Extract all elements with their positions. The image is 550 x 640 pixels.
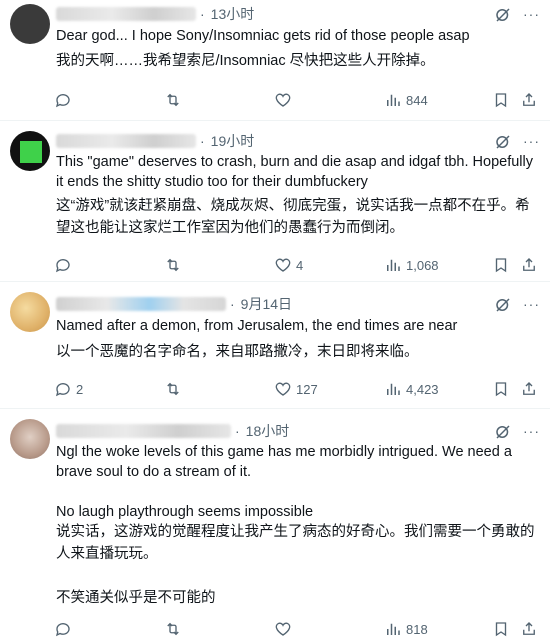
retweet-button[interactable] xyxy=(164,255,186,275)
timestamp[interactable]: 19小时 xyxy=(211,131,255,151)
grok-icon[interactable] xyxy=(494,296,512,314)
author-name-redacted xyxy=(56,297,226,311)
retweet-button[interactable] xyxy=(164,90,186,110)
heart-icon xyxy=(275,382,291,396)
grok-icon[interactable] xyxy=(494,423,512,441)
retweet-icon xyxy=(167,258,179,272)
tweet-header: · 13小时 xyxy=(56,4,254,24)
bookmark-button[interactable] xyxy=(492,255,510,275)
action-bar: 818 xyxy=(50,619,540,639)
heart-icon xyxy=(275,258,291,272)
retweet-icon xyxy=(167,382,179,396)
share-icon xyxy=(523,622,535,635)
share-icon xyxy=(523,382,535,395)
reply-button[interactable] xyxy=(54,619,76,639)
tweet[interactable]: · 18小时 ··· Ngl the woke levels of this g… xyxy=(0,409,550,640)
share-icon xyxy=(523,258,535,271)
bookmark-icon xyxy=(495,382,507,397)
share-button[interactable] xyxy=(520,619,538,639)
tweet-header: · 19小时 xyxy=(56,131,254,151)
avatar[interactable] xyxy=(10,131,50,171)
author-name-redacted xyxy=(56,7,196,21)
like-button[interactable] xyxy=(274,90,296,110)
avatar[interactable] xyxy=(10,419,50,459)
like-button[interactable]: 127 xyxy=(274,379,318,399)
reply-icon xyxy=(55,623,70,637)
reply-icon xyxy=(55,259,70,273)
more-options-icon[interactable]: ··· xyxy=(523,423,540,439)
tweet-header: · 9月14日 xyxy=(56,294,292,314)
author-name-redacted xyxy=(56,134,196,148)
action-bar: 2 127 4,423 xyxy=(50,379,540,399)
tweet-text: Dear god... I hope Sony/Insomniac gets r… xyxy=(56,28,470,44)
timestamp[interactable]: 13小时 xyxy=(211,4,255,24)
views-button[interactable]: 844 xyxy=(384,90,428,110)
heart-icon xyxy=(275,622,291,636)
views-icon xyxy=(387,383,400,395)
tweet-translation: 我的天啊……我希望索尼/Insomniac 尽快把这些人开除掉。 xyxy=(56,53,435,69)
views-icon xyxy=(387,623,400,635)
bookmark-icon xyxy=(495,258,507,273)
reply-icon xyxy=(55,94,70,108)
tweet-header: · 18小时 xyxy=(56,421,289,441)
tweet-text: Named after a demon, from Jerusalem, the… xyxy=(56,318,458,334)
reply-button[interactable] xyxy=(54,90,76,110)
tweet[interactable]: · 9月14日 ··· Named after a demon, from Je… xyxy=(0,282,550,409)
reply-button[interactable] xyxy=(54,255,76,275)
retweet-icon xyxy=(167,93,179,107)
views-icon xyxy=(387,94,400,106)
share-button[interactable] xyxy=(520,255,538,275)
author-name-redacted xyxy=(56,424,231,438)
more-options-icon[interactable]: ··· xyxy=(523,296,540,312)
bookmark-icon xyxy=(495,622,507,637)
timestamp[interactable]: 9月14日 xyxy=(241,294,292,314)
like-button[interactable]: 4 xyxy=(274,255,303,275)
grok-icon[interactable] xyxy=(494,133,512,151)
reply-icon xyxy=(55,383,70,397)
tweet-translation: 说实话，这游戏的觉醒程度让我产生了病态的好奇心。我们需要一个勇敢的人来直播玩玩。… xyxy=(56,524,535,606)
avatar[interactable] xyxy=(10,292,50,332)
bookmark-button[interactable] xyxy=(492,90,510,110)
bookmark-button[interactable] xyxy=(492,619,510,639)
action-bar: 844 xyxy=(50,90,540,110)
avatar[interactable] xyxy=(10,4,50,44)
views-button[interactable]: 1,068 xyxy=(384,255,439,275)
share-button[interactable] xyxy=(520,90,538,110)
timestamp[interactable]: 18小时 xyxy=(246,421,290,441)
retweet-button[interactable] xyxy=(164,379,186,399)
grok-icon[interactable] xyxy=(494,6,512,24)
tweet-translation: 以一个恶魔的名字命名，来自耶路撒冷，末日即将来临。 xyxy=(56,344,419,360)
tweet-text: Ngl the woke levels of this game has me … xyxy=(56,444,512,520)
tweet-translation: 这“游戏”就该赶紧崩盘、烧成灰烬、彻底完蛋，说实话我一点都不在乎。希望这也能让这… xyxy=(56,198,530,236)
retweet-button[interactable] xyxy=(164,619,186,639)
more-options-icon[interactable]: ··· xyxy=(523,6,540,22)
tweet[interactable]: · 13小时 ··· Dear god... I hope Sony/Insom… xyxy=(0,0,550,121)
action-bar: 4 1,068 xyxy=(50,255,540,275)
bookmark-button[interactable] xyxy=(492,379,510,399)
more-options-icon[interactable]: ··· xyxy=(523,133,540,149)
views-button[interactable]: 818 xyxy=(384,619,428,639)
like-button[interactable] xyxy=(274,619,296,639)
views-button[interactable]: 4,423 xyxy=(384,379,439,399)
heart-icon xyxy=(275,93,291,107)
views-icon xyxy=(387,259,400,271)
tweet[interactable]: · 19小时 ··· This "game" deserves to crash… xyxy=(0,121,550,282)
reply-button[interactable]: 2 xyxy=(54,379,83,399)
share-icon xyxy=(523,93,535,106)
tweet-text: This "game" deserves to crash, burn and … xyxy=(56,154,538,190)
bookmark-icon xyxy=(495,93,507,108)
retweet-icon xyxy=(167,622,179,636)
share-button[interactable] xyxy=(520,379,538,399)
